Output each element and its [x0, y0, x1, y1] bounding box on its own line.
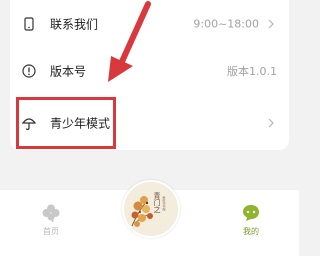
settings-row-contact[interactable]: 联系我们 9:00~18:00	[10, 0, 289, 48]
settings-row-label: 联系我们	[50, 17, 99, 32]
settings-row-label: 版本号	[50, 64, 87, 79]
center-tab-button[interactable]: 青门之 新时代书院	[122, 180, 180, 238]
tab-mine[interactable]: 我的	[216, 190, 286, 256]
clover-icon	[42, 204, 60, 223]
chevron-right-icon	[268, 118, 274, 128]
phone-icon	[24, 17, 34, 31]
chevron-right-icon	[268, 19, 274, 29]
info-icon	[22, 64, 36, 78]
tab-home-label: 首页	[43, 227, 59, 236]
settings-row-value: 9:00~18:00	[193, 17, 259, 31]
center-tab-title: 青门之	[153, 192, 161, 213]
tab-home[interactable]: 首页	[16, 190, 86, 256]
flower-artwork-icon	[124, 182, 178, 236]
highlight-box	[16, 97, 116, 149]
chat-bubble-icon	[243, 205, 259, 221]
tab-mine-label: 我的	[243, 227, 259, 236]
center-tab-subtitle: 新时代书院	[162, 196, 166, 211]
settings-row-value: 版本1.0.1	[227, 65, 277, 78]
settings-row-version[interactable]: 版本号 版本1.0.1	[10, 47, 289, 95]
